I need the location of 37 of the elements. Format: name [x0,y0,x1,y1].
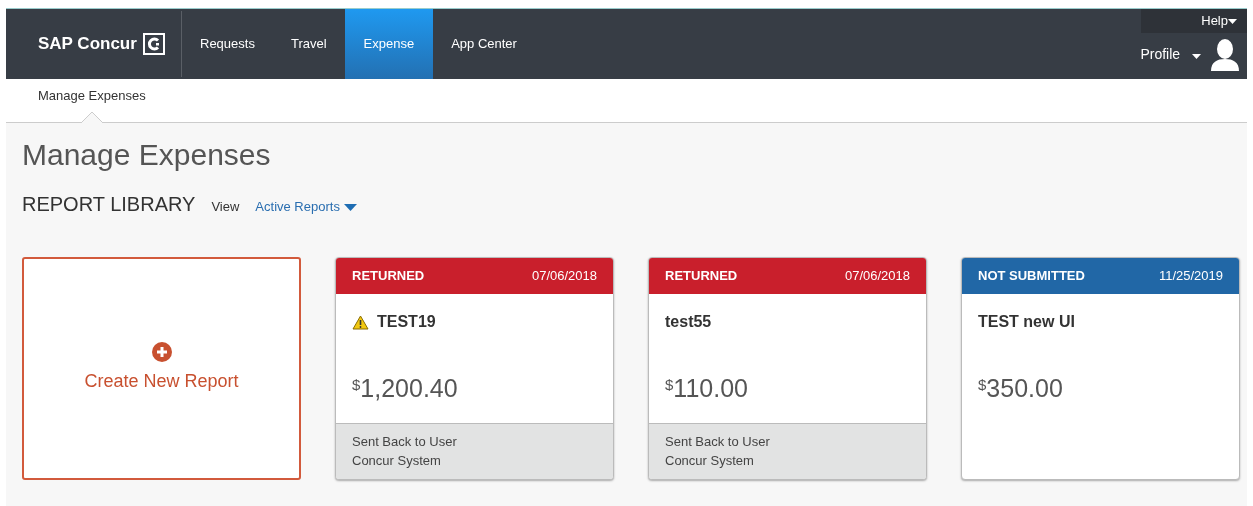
nav-tab[interactable]: App Center [433,9,535,79]
report-date: 07/06/2018 [844,267,910,286]
nav-tab[interactable]: Requests [182,9,273,79]
status-label: NOT SUBMITTED [978,267,1085,286]
status-label: RETURNED [665,267,738,286]
nav-tab[interactable]: Travel [272,9,345,79]
report-title: TEST new UI [978,312,1075,332]
view-label: View [211,198,240,216]
report-title: test55 [665,312,712,332]
add-icon [151,342,172,362]
report-card[interactable]: RETURNED 07/06/2018 TEST19 $^{$}$1,200.40 Sent Back to User Concur System [335,257,614,480]
create-report-card[interactable]: Create New Report [22,257,301,480]
create-label: Create New Report [84,370,239,393]
footer-text: Concur System [352,452,442,470]
footer-text: Sent Back to User [665,433,771,451]
status-label: RETURNED [352,267,425,286]
help-menu[interactable]: Help [1141,9,1247,33]
caret-icon [1192,54,1201,59]
report-amount: $^{$}$110.00 [665,373,749,404]
view-dropdown[interactable]: Active Reports [255,197,357,217]
report-card[interactable]: NOT SUBMITTED 11/25/2019 TEST new UI $^{$}$350.00 [961,257,1240,480]
report-date: 07/06/2018 [531,267,597,286]
avatar-icon[interactable] [1211,38,1239,71]
nav-tab[interactable]: Expense [344,9,434,79]
report-date: 11/25/2019 [1158,267,1223,286]
subnav-tab[interactable]: Manage Expenses [38,85,146,122]
page-title: Manage Expenses [22,137,272,173]
logo-icon [142,33,165,55]
report-amount: $^{$}$350.00 [978,373,1064,404]
brand-name: SAP Concur [38,33,137,56]
report-amount: $^{$}$1,200.40 [352,373,459,404]
footer-text: Sent Back to User [352,433,458,451]
profile-menu[interactable]: Profile [1140,44,1201,65]
footer-text: Concur System [665,452,755,470]
report-card[interactable]: RETURNED 07/06/2018 test55 $^{$}$110.00 Sent Back to User Concur System [648,257,927,480]
report-title: TEST19 [377,312,436,332]
section-title: REPORT LIBRARY [22,192,196,217]
